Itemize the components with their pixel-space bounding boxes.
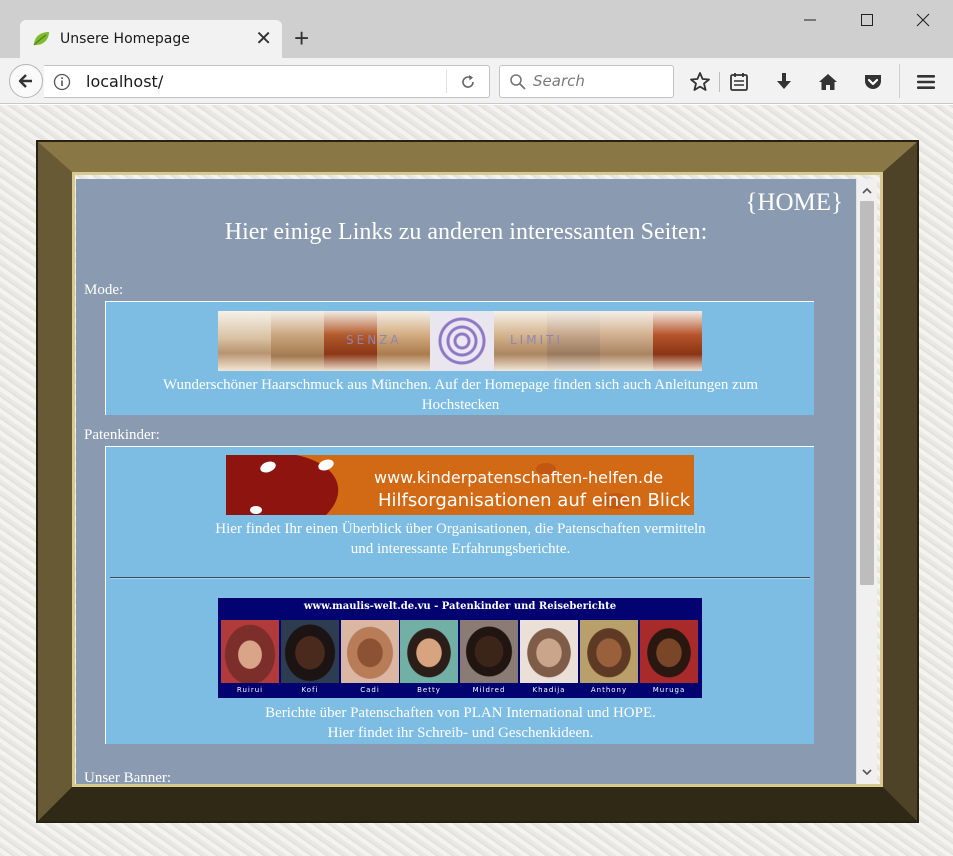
page-title: Hier einige Links zu anderen interessant… (224, 219, 708, 245)
divider (110, 577, 810, 578)
banner-slogan: Hilfsorganisationen auf einen Blick (378, 490, 691, 511)
tab-title: Unsere Homepage (60, 31, 190, 47)
child-name: Betty (417, 686, 441, 694)
search-placeholder: Search (533, 72, 585, 90)
child-name: Kofi (301, 686, 319, 694)
caption-line: Hochstecken (421, 397, 500, 413)
home-icon[interactable] (816, 70, 840, 94)
maximize-icon[interactable] (847, 6, 887, 34)
search-icon (510, 74, 526, 90)
tab-active[interactable]: Unsere Homepage ✕ (20, 20, 282, 58)
caption-line: Hier findet ihr Schreib- und Geschenkide… (327, 725, 594, 741)
banner-title: www.maulis-welt.de.vu - Patenkinder und … (303, 601, 617, 612)
star-icon[interactable] (688, 70, 712, 94)
maulis-welt-banner[interactable]: www.maulis-welt.de.vu - Patenkinder und … (218, 598, 702, 698)
child-name: Mildred (472, 686, 506, 694)
nav-bar: localhost/ Search (0, 58, 953, 104)
child-photo (460, 620, 518, 683)
home-link[interactable]: {HOME} (745, 189, 843, 217)
scroll-thumb[interactable] (860, 201, 874, 585)
plus-icon[interactable]: + (294, 24, 309, 52)
banner-brand-right: LIMITI (510, 333, 563, 347)
close-icon[interactable]: ✕ (255, 27, 272, 51)
section-label-patenkinder: Patenkinder: (84, 427, 160, 443)
reading-list-icon[interactable] (727, 70, 751, 94)
caption-line: Berichte über Patenschaften von PLAN Int… (265, 705, 656, 721)
child-name: Cadi (360, 686, 380, 694)
download-icon[interactable] (772, 70, 796, 94)
child-name: Muruga (652, 686, 686, 694)
child-photo (281, 620, 339, 683)
child-photo (341, 620, 399, 683)
link-box-patenkinder: www.kinderpatenschaften-helfen.de Hilfso… (105, 446, 814, 744)
url-text: localhost/ (86, 72, 164, 91)
url-separator (446, 70, 447, 93)
child-photo (400, 620, 458, 683)
page-background: {HOME} Hier einige Links zu anderen inte… (0, 105, 953, 856)
toolbar-separator (899, 64, 900, 98)
caption-line: Wunderschöner Haarschmuck aus München. A… (162, 377, 759, 393)
info-icon[interactable] (53, 73, 71, 91)
pocket-icon[interactable] (861, 70, 885, 94)
framed-content[interactable]: {HOME} Hier einige Links zu anderen inte… (76, 179, 856, 784)
scroll-down-icon[interactable] (857, 762, 877, 782)
kinderpatenschaften-banner[interactable]: www.kinderpatenschaften-helfen.de Hilfso… (226, 455, 694, 515)
scrollbar[interactable] (856, 179, 877, 784)
reload-icon[interactable] (459, 73, 477, 91)
section-label-banner: Unser Banner: (84, 770, 172, 784)
banner-url: www.kinderpatenschaften-helfen.de (374, 468, 664, 487)
caption-line: und interessante Erfahrungsberichte. (350, 541, 571, 557)
url-bar[interactable]: localhost/ (44, 65, 490, 98)
link-box-mode: SENZA LIMITI Wunderschöner Haarschmuck a… (105, 301, 814, 415)
back-button[interactable] (9, 64, 43, 98)
child-photo (640, 620, 698, 683)
minimize-icon[interactable] (790, 6, 830, 34)
child-photo (221, 620, 279, 683)
child-name: Ruirui (236, 686, 264, 694)
banner-brand-left: SENZA (346, 333, 402, 347)
senza-limiti-banner[interactable]: SENZA LIMITI (218, 311, 702, 371)
toolbar-separator (719, 72, 720, 92)
child-photo (520, 620, 578, 683)
section-label-mode: Mode: (84, 282, 124, 298)
caption-line: Hier findet Ihr einen Überblick über Org… (215, 521, 706, 537)
child-name: Khadija (532, 686, 566, 694)
menu-icon[interactable] (914, 70, 938, 94)
leaf-favicon-icon (33, 32, 49, 46)
child-name: Anthony (590, 686, 628, 694)
window-close-icon[interactable] (903, 6, 943, 34)
scroll-up-icon[interactable] (857, 181, 877, 201)
search-input[interactable]: Search (499, 65, 674, 98)
child-photo (580, 620, 638, 683)
tab-bar: Unsere Homepage ✕ + (0, 0, 953, 58)
back-arrow-icon (18, 74, 32, 88)
